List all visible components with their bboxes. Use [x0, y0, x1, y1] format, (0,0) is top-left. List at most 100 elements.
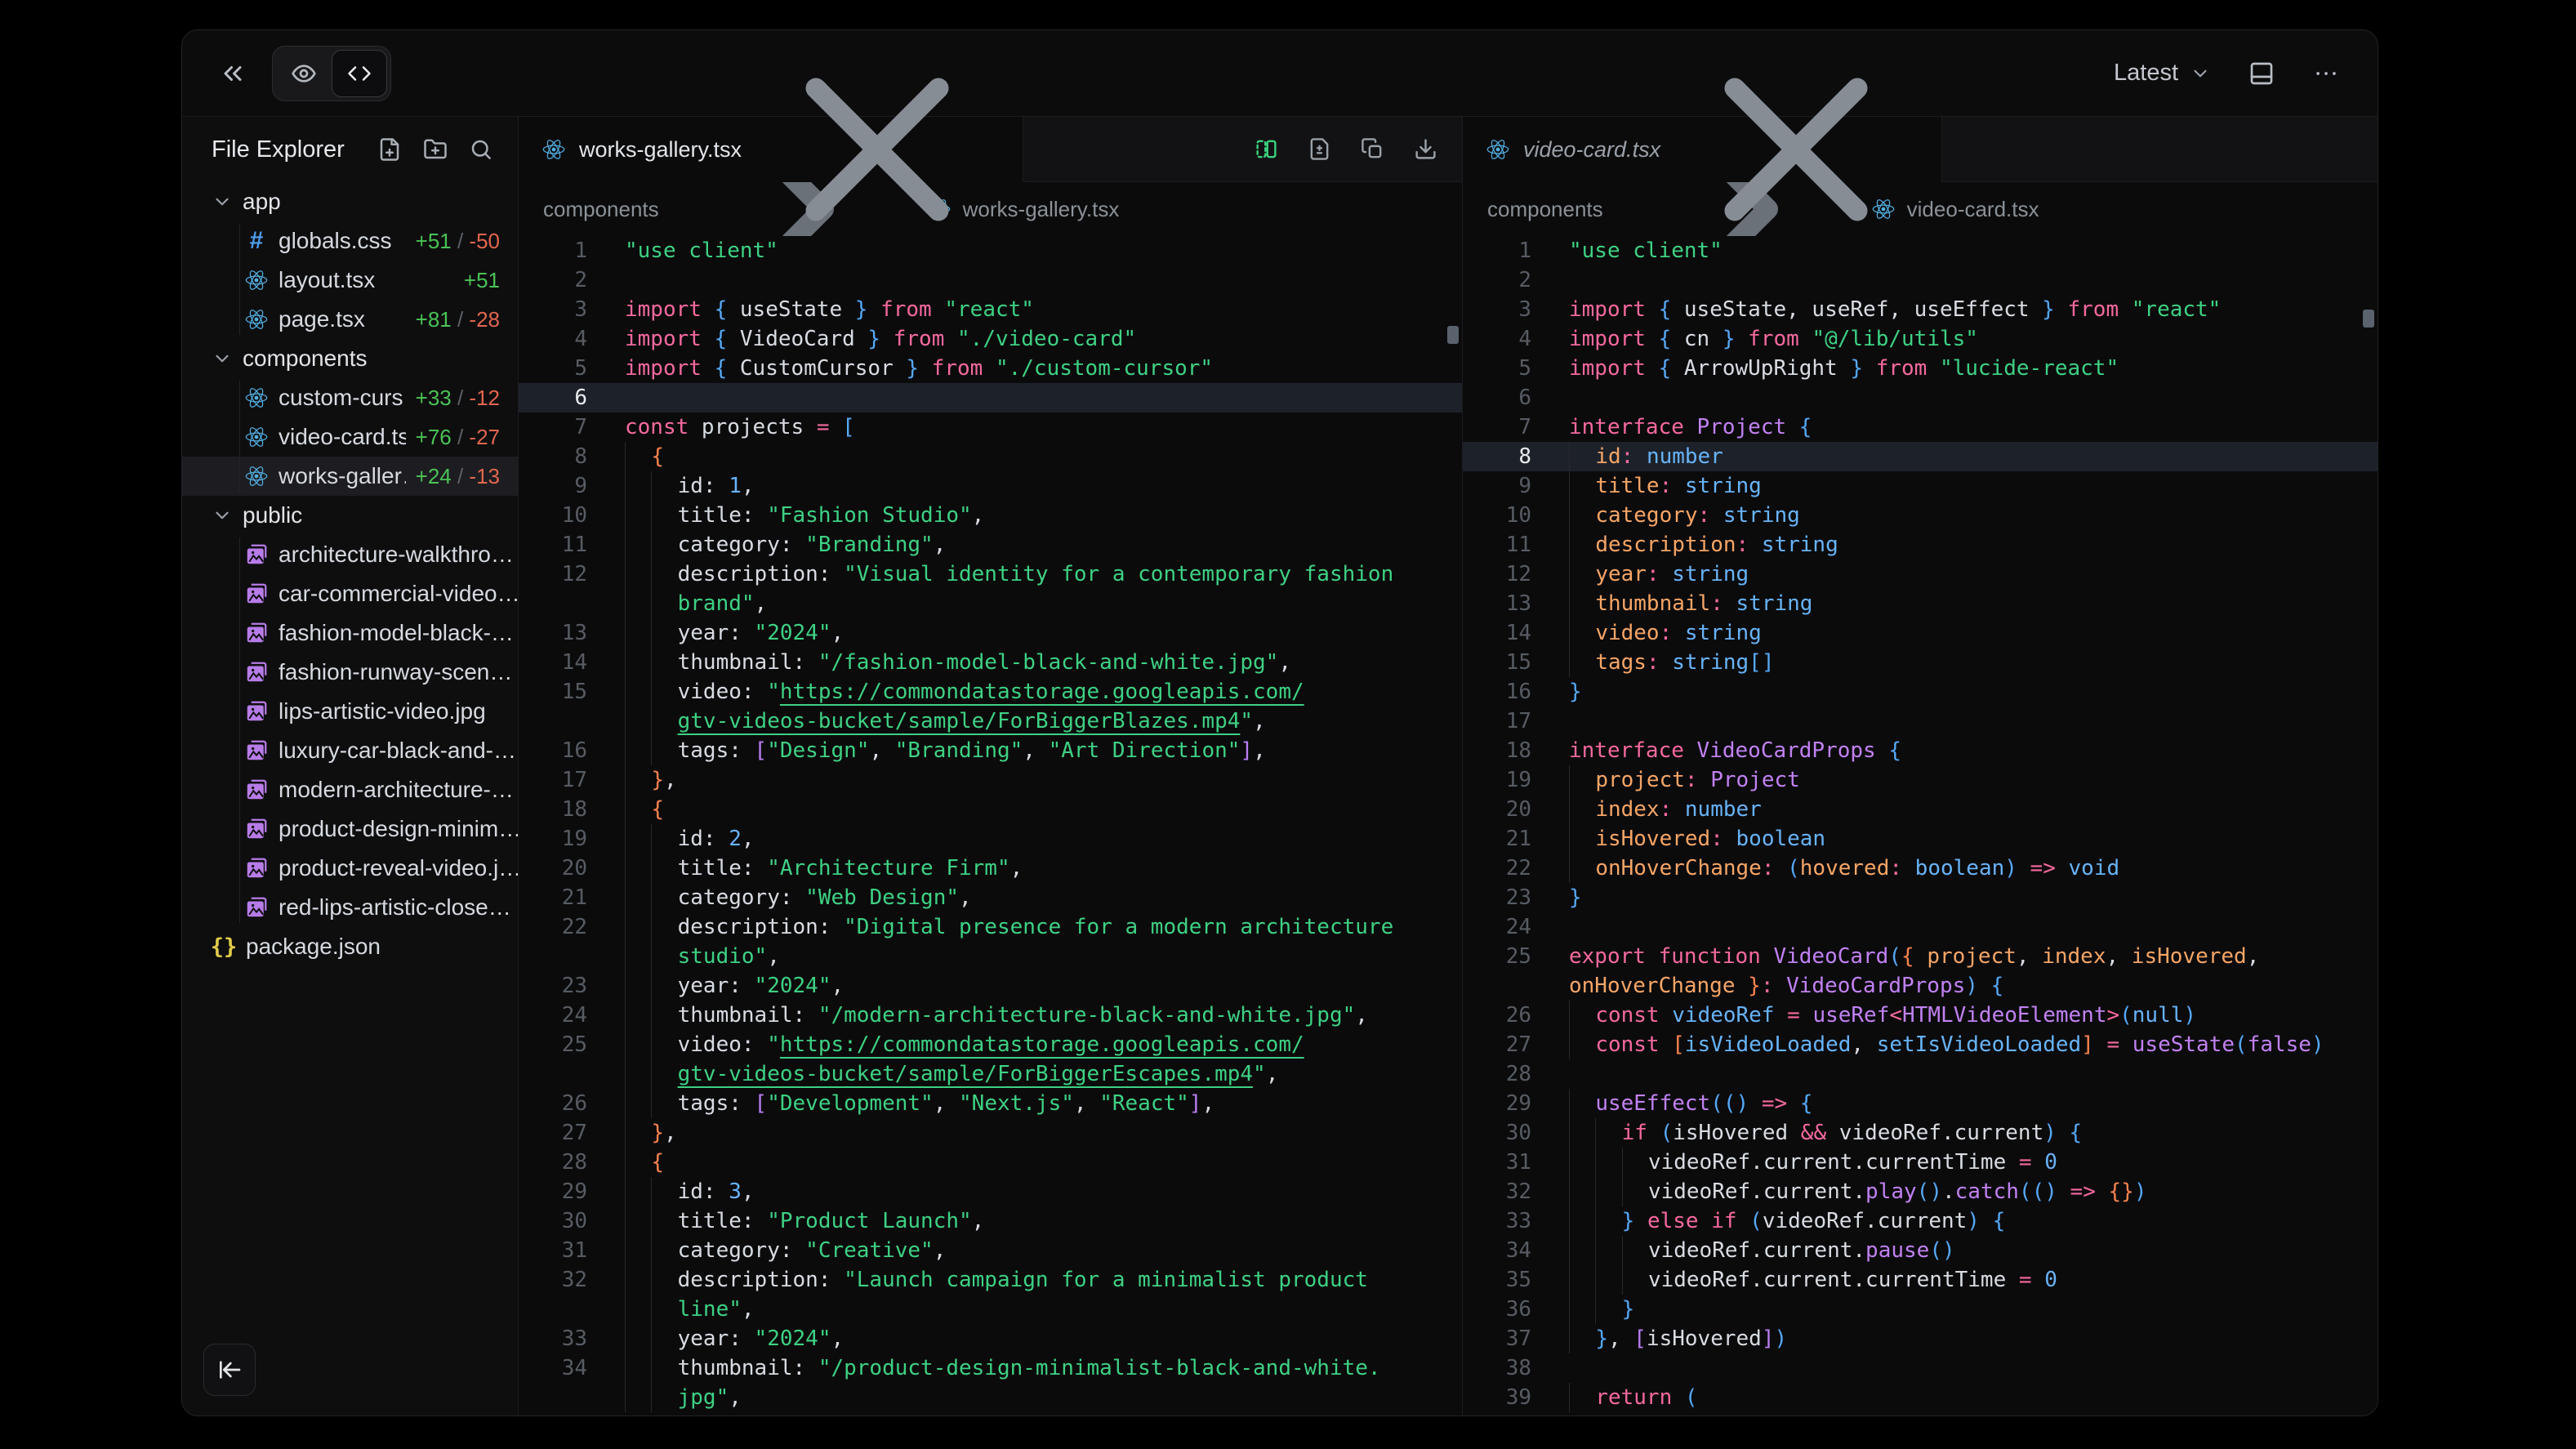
line-number: 34 — [1463, 1236, 1531, 1265]
tree-row-9[interactable]: architecture-walkthro… — [182, 535, 518, 574]
split-view-button[interactable] — [1255, 137, 1278, 161]
tree-row-16[interactable]: product-design-minim… — [182, 809, 518, 849]
code-line: 11 description: string — [1463, 530, 2378, 560]
image-icon — [244, 817, 269, 841]
tree-row-3[interactable]: page.tsx+81 / -28 — [182, 300, 518, 339]
code-line: 22 description: "Digital presence for a … — [519, 912, 1462, 942]
line-number: 36 — [1463, 1295, 1531, 1324]
tree-item-label: public — [243, 502, 518, 528]
tree-row-19[interactable]: {}package.json — [182, 927, 518, 966]
code-line: 1"use client" — [1463, 236, 2378, 265]
panel-layout-button[interactable] — [2248, 60, 2275, 87]
tree-row-7[interactable]: works-galler…+24 / -13 — [182, 457, 518, 496]
line-number: 17 — [1463, 707, 1531, 736]
split-view-icon — [1255, 137, 1278, 161]
line-number: 8 — [1463, 442, 1531, 471]
code-line: 11 category: "Branding", — [519, 530, 1462, 560]
toolbar-left — [218, 46, 391, 101]
collapse-panel-button[interactable] — [218, 59, 247, 88]
collapse-sidebar-button[interactable] — [203, 1344, 256, 1396]
tree-row-13[interactable]: lips-artistic-video.jpg — [182, 692, 518, 731]
version-dropdown[interactable]: Latest — [2114, 60, 2211, 87]
line-number: 24 — [519, 1001, 587, 1030]
image-icon — [244, 542, 269, 567]
line-number — [1463, 971, 1531, 1001]
copy-icon — [1361, 137, 1384, 161]
diff-badge: +33 / -12 — [416, 386, 518, 411]
tree-row-12[interactable]: fashion-runway-scen… — [182, 653, 518, 692]
toolbar-right: Latest — [2114, 60, 2340, 87]
chevron-down-icon — [212, 505, 233, 526]
code-line: 24 thumbnail: "/modern-architecture-blac… — [519, 1001, 1462, 1030]
tree-row-1[interactable]: #globals.css+51 / -50 — [182, 221, 518, 261]
tree-item-label: page.tsx — [279, 306, 406, 332]
code-line: 19 id: 2, — [519, 824, 1462, 854]
scrollbar-thumb[interactable] — [1447, 326, 1459, 344]
line-number: 8 — [519, 442, 587, 471]
file-diff-button[interactable] — [1308, 137, 1331, 161]
tree-row-17[interactable]: product-reveal-video.j… — [182, 849, 518, 888]
code-line: brand", — [519, 589, 1462, 618]
tree-row-11[interactable]: fashion-model-black-… — [182, 613, 518, 653]
preview-toggle-button[interactable] — [276, 50, 332, 97]
code-editor-left[interactable]: 1"use client"23import { useState } from … — [519, 236, 1462, 1416]
tree-row-18[interactable]: red-lips-artistic-close… — [182, 888, 518, 927]
line-number — [519, 707, 587, 736]
code-line: 10 category: string — [1463, 501, 2378, 530]
line-number: 18 — [519, 795, 587, 824]
main-area: File Explorer app #globals.css+51 / -50la… — [182, 117, 2378, 1416]
code-editor-right[interactable]: 1"use client"23import { useState, useRef… — [1463, 236, 2378, 1416]
code-line: 17 }, — [519, 765, 1462, 795]
image-icon — [244, 660, 269, 684]
tree-item-label: package.json — [246, 934, 518, 960]
line-number: 15 — [519, 677, 587, 707]
tree-row-4[interactable]: components — [182, 339, 518, 378]
tree-row-10[interactable]: car-commercial-video… — [182, 574, 518, 613]
line-number: 4 — [1463, 324, 1531, 354]
code-line: 33 year: "2024", — [519, 1324, 1462, 1353]
new-folder-button[interactable] — [423, 137, 448, 162]
tree-item-label: app — [243, 189, 518, 215]
code-line: 31 category: "Creative", — [519, 1236, 1462, 1265]
search-icon — [469, 137, 493, 162]
editor-area: works-gallery.tsxcomponentsworks-gallery… — [519, 117, 2378, 1416]
tree-row-5[interactable]: custom-curs…+33 / -12 — [182, 378, 518, 417]
new-file-button[interactable] — [377, 137, 402, 162]
tree-row-15[interactable]: modern-architecture-… — [182, 770, 518, 809]
tree-row-14[interactable]: luxury-car-black-and-… — [182, 731, 518, 770]
line-number: 7 — [519, 412, 587, 442]
tree-row-8[interactable]: public — [182, 496, 518, 535]
code-line: 21 category: "Web Design", — [519, 883, 1462, 912]
tree-row-6[interactable]: video-card.tsx+76 / -27 — [182, 417, 518, 457]
line-number — [519, 942, 587, 971]
breadcrumb-right[interactable]: componentsvideo-card.tsx — [1463, 182, 2378, 236]
scrollbar-thumb[interactable] — [2363, 310, 2374, 328]
file-explorer-title: File Explorer — [212, 136, 377, 163]
code-line: 27 const [isVideoLoaded, setIsVideoLoade… — [1463, 1030, 2378, 1059]
code-toggle-button[interactable] — [332, 50, 387, 97]
line-number: 7 — [1463, 412, 1531, 442]
react-icon — [244, 307, 269, 332]
download-button[interactable] — [1414, 137, 1437, 161]
code-line: 31 videoRef.current.currentTime = 0 — [1463, 1148, 2378, 1177]
code-icon — [347, 61, 372, 86]
copy-button[interactable] — [1361, 137, 1384, 161]
more-options-button[interactable] — [2312, 60, 2340, 87]
code-line: 29 id: 3, — [519, 1177, 1462, 1206]
code-line: 14 thumbnail: "/fashion-model-black-and-… — [519, 648, 1462, 677]
tab-video-card.tsx[interactable]: video-card.tsx — [1463, 117, 1942, 182]
close-icon[interactable] — [755, 29, 1000, 272]
tree-row-0[interactable]: app — [182, 182, 518, 221]
tree-indent-guide — [239, 224, 240, 335]
line-number: 31 — [1463, 1148, 1531, 1177]
close-icon[interactable] — [1674, 29, 1919, 272]
tree-row-2[interactable]: layout.tsx+51 — [182, 261, 518, 300]
search-button[interactable] — [469, 137, 493, 162]
code-line: jpg", — [519, 1383, 1462, 1412]
css-icon: # — [244, 227, 269, 255]
code-line: 13 year: "2024", — [519, 618, 1462, 648]
tab-works-gallery.tsx[interactable]: works-gallery.tsx — [519, 117, 1023, 182]
line-number: 18 — [1463, 736, 1531, 765]
code-line: 20 index: number — [1463, 795, 2378, 824]
code-line: 27 }, — [519, 1118, 1462, 1148]
